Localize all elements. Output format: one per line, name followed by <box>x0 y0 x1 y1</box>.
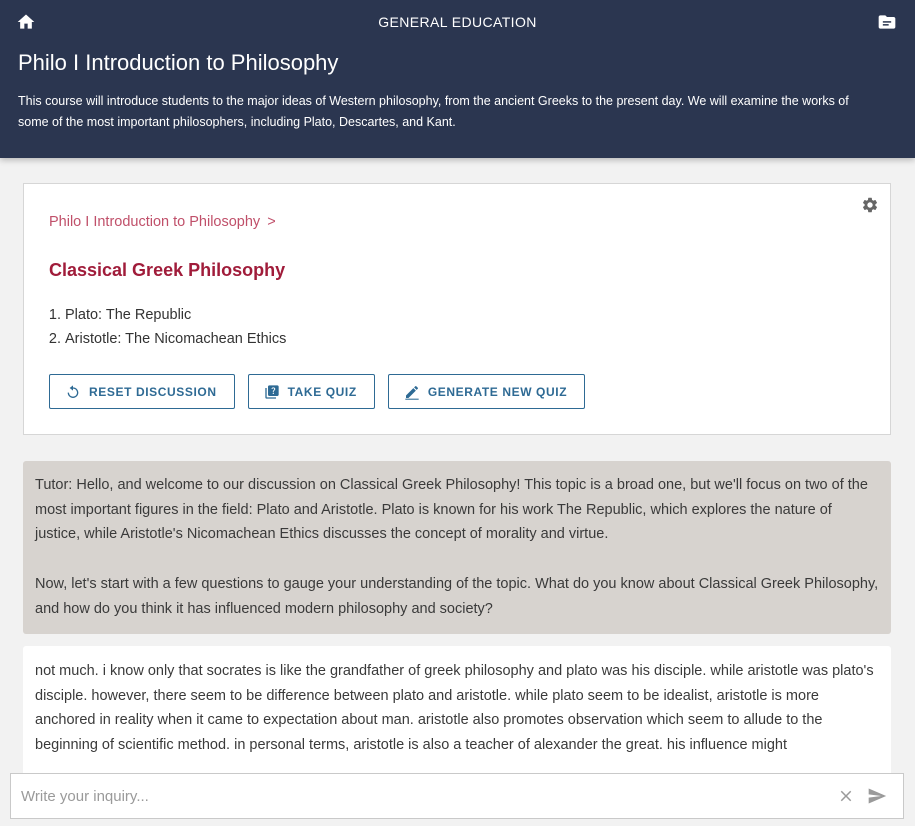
reset-discussion-label: RESET DISCUSSION <box>89 384 217 399</box>
tutor-message-paragraph: Now, let's start with a few questions to… <box>35 575 879 617</box>
breadcrumb-course-link[interactable]: Philo I Introduction to Philosophy <box>49 214 260 230</box>
breadcrumb[interactable]: Philo I Introduction to Philosophy > <box>49 214 276 230</box>
readings-list: Plato: The Republic Aristotle: The Nicom… <box>65 303 286 351</box>
pencil-icon <box>405 385 419 400</box>
take-quiz-label: TAKE QUIZ <box>287 384 357 399</box>
user-message-text: not much. i know only that socrates is l… <box>35 663 874 754</box>
generate-new-quiz-label: GENERATE NEW QUIZ <box>427 384 568 399</box>
course-description: This course will introduce students to t… <box>18 94 849 129</box>
course-header: GENERAL EDUCATION Philo I Introduction t… <box>0 0 915 158</box>
reset-discussion-button[interactable]: RESET DISCUSSION <box>49 374 235 409</box>
tutor-message: Tutor: Hello, and welcome to our discuss… <box>23 461 891 634</box>
send-icon[interactable] <box>867 786 887 806</box>
folder-icon[interactable] <box>877 12 897 32</box>
course-title: Philo I Introduction to Philosophy <box>18 50 339 75</box>
topic-title: Classical Greek Philosophy <box>49 260 286 280</box>
reading-item: Aristotle: The Nicomachean Ethics <box>65 327 286 351</box>
inquiry-bar <box>10 773 904 819</box>
tutor-message-paragraph: Tutor: Hello, and welcome to our discuss… <box>35 477 868 543</box>
reading-item: Plato: The Republic <box>65 303 286 327</box>
generate-new-quiz-button[interactable]: GENERATE NEW QUIZ <box>387 374 586 409</box>
user-message: not much. i know only that socrates is l… <box>23 646 891 776</box>
topic-actions: RESET DISCUSSION TAKE QUIZ GENERATE NEW … <box>49 374 586 409</box>
section-title: GENERAL EDUCATION <box>378 14 537 30</box>
quiz-icon <box>264 384 279 399</box>
gear-icon[interactable] <box>861 196 879 214</box>
topic-card: Philo I Introduction to Philosophy > Clas… <box>23 183 891 435</box>
take-quiz-button[interactable]: TAKE QUIZ <box>247 374 375 409</box>
reset-icon <box>67 384 79 398</box>
close-icon[interactable] <box>837 787 855 805</box>
inquiry-input[interactable] <box>21 774 821 818</box>
breadcrumb-separator: > <box>267 214 276 230</box>
